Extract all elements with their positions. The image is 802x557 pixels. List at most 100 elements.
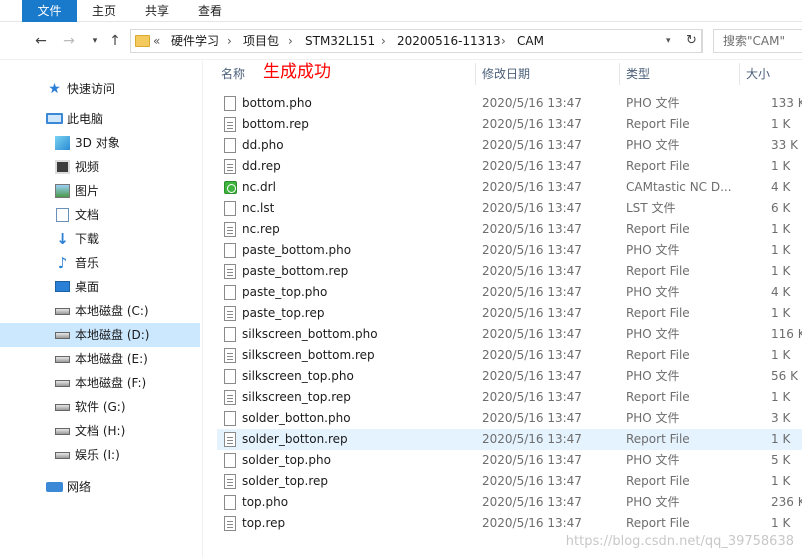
tab-file[interactable]: 文件 bbox=[22, 0, 77, 22]
file-type: PHO 文件 bbox=[626, 369, 680, 383]
sidebar-item-videos[interactable]: 视频 bbox=[0, 155, 200, 179]
sidebar-item-label: 桌面 bbox=[75, 280, 100, 294]
file-row[interactable]: bottom.rep 2020/5/16 13:47 Report File 1 K bbox=[217, 114, 802, 135]
column-divider[interactable] bbox=[475, 63, 476, 85]
file-row[interactable]: silkscreen_top.rep 2020/5/16 13:47 Report … bbox=[217, 387, 802, 408]
chevron-right-icon[interactable]: › bbox=[227, 30, 232, 52]
sidebar-item-drive-h[interactable]: 文档 (H:) bbox=[0, 419, 200, 443]
sidebar-item-network[interactable]: 网络 bbox=[0, 475, 200, 499]
chevron-right-icon[interactable]: › bbox=[501, 30, 506, 52]
tab-home[interactable]: 主页 bbox=[81, 0, 127, 22]
breadcrumb-item[interactable]: 20200516-11313 bbox=[397, 30, 501, 52]
sidebar-item-drive-e[interactable]: 本地磁盘 (E:) bbox=[0, 347, 200, 371]
file-date: 2020/5/16 13:47 bbox=[482, 159, 582, 173]
file-row[interactable]: nc.rep 2020/5/16 13:47 Report File 1 K bbox=[217, 219, 802, 240]
recent-locations-chevron-icon[interactable]: ▾ bbox=[86, 31, 104, 51]
tab-share[interactable]: 共享 bbox=[134, 0, 180, 22]
sidebar-item-3d-objects[interactable]: 3D 对象 bbox=[0, 131, 200, 155]
file-row[interactable]: paste_top.rep 2020/5/16 13:47 Report File 1… bbox=[217, 303, 802, 324]
up-arrow-icon[interactable]: ↑ bbox=[106, 31, 124, 51]
column-divider[interactable] bbox=[619, 63, 620, 85]
breadcrumb-item-current[interactable]: CAM bbox=[517, 30, 544, 52]
file-row[interactable]: paste_top.pho 2020/5/16 13:47 PHO 文件 4 K bbox=[217, 282, 802, 303]
back-arrow-icon[interactable]: ← bbox=[32, 31, 50, 51]
column-header-date[interactable]: 修改日期 bbox=[482, 61, 530, 87]
file-size: 1 K bbox=[771, 474, 791, 488]
file-size: 5 K bbox=[771, 453, 791, 467]
file-icon bbox=[224, 369, 236, 384]
file-name: paste_bottom.rep bbox=[242, 264, 349, 278]
file-row[interactable]: nc.lst 2020/5/16 13:47 LST 文件 6 K bbox=[217, 198, 802, 219]
sidebar-item-label: 软件 (G:) bbox=[75, 400, 126, 414]
drive-icon bbox=[55, 356, 70, 363]
file-row[interactable]: solder_top.rep 2020/5/16 13:47 Report File… bbox=[217, 471, 802, 492]
breadcrumb-item[interactable]: 项目包 bbox=[243, 30, 279, 52]
column-divider[interactable] bbox=[739, 63, 740, 85]
sidebar-item-drive-i[interactable]: 娱乐 (I:) bbox=[0, 443, 200, 467]
file-row[interactable]: solder_top.pho 2020/5/16 13:47 PHO 文件 5 K bbox=[217, 450, 802, 471]
sidebar-item-drive-f[interactable]: 本地磁盘 (F:) bbox=[0, 371, 200, 395]
file-type: Report File bbox=[626, 306, 690, 320]
address-dropdown-chevron-icon[interactable]: ▾ bbox=[666, 30, 671, 52]
file-name: solder_botton.pho bbox=[242, 411, 351, 425]
sidebar-item-downloads[interactable]: ↓ 下载 bbox=[0, 227, 200, 251]
file-row[interactable]: paste_bottom.pho 2020/5/16 13:47 PHO 文件 1 K bbox=[217, 240, 802, 261]
file-type: PHO 文件 bbox=[626, 327, 680, 341]
breadcrumb-item[interactable]: 硬件学习 bbox=[171, 30, 219, 52]
search-input[interactable]: 搜索"CAM" bbox=[713, 29, 802, 53]
chevron-right-icon[interactable]: › bbox=[381, 30, 386, 52]
file-row[interactable]: dd.rep 2020/5/16 13:47 Report File 1 K bbox=[217, 156, 802, 177]
address-bar[interactable]: « 硬件学习 › 项目包 › STM32L151 › 20200516-1131… bbox=[130, 29, 702, 53]
file-date: 2020/5/16 13:47 bbox=[482, 138, 582, 152]
file-date: 2020/5/16 13:47 bbox=[482, 474, 582, 488]
report-file-icon bbox=[224, 159, 236, 174]
file-size: 1 K bbox=[771, 264, 791, 278]
sidebar-item-music[interactable]: ♪ 音乐 bbox=[0, 251, 200, 275]
column-header-type[interactable]: 类型 bbox=[626, 61, 650, 87]
sidebar-item-drive-g[interactable]: 软件 (G:) bbox=[0, 395, 200, 419]
file-row[interactable]: silkscreen_bottom.pho 2020/5/16 13:47 PHO … bbox=[217, 324, 802, 345]
sidebar-item-this-pc[interactable]: 此电脑 bbox=[0, 107, 200, 131]
file-row[interactable]: silkscreen_top.pho 2020/5/16 13:47 PHO 文件 5… bbox=[217, 366, 802, 387]
file-icon bbox=[224, 138, 236, 153]
file-name: silkscreen_top.pho bbox=[242, 369, 354, 383]
file-size: 4 K bbox=[771, 180, 791, 194]
report-file-icon bbox=[224, 264, 236, 279]
file-icon bbox=[224, 96, 236, 111]
sidebar-item-quick-access[interactable]: ★ 快速访问 bbox=[0, 77, 200, 101]
sidebar-item-documents[interactable]: 文档 bbox=[0, 203, 200, 227]
file-row[interactable]: top.pho 2020/5/16 13:47 PHO 文件 236 K bbox=[217, 492, 802, 513]
file-type: PHO 文件 bbox=[626, 96, 680, 110]
file-row[interactable]: top.rep 2020/5/16 13:47 Report File 1 K bbox=[217, 513, 802, 534]
file-type: Report File bbox=[626, 222, 690, 236]
sidebar-item-pictures[interactable]: 图片 bbox=[0, 179, 200, 203]
file-type: PHO 文件 bbox=[626, 453, 680, 467]
file-size: 1 K bbox=[771, 306, 791, 320]
breadcrumb-overflow[interactable]: « bbox=[153, 30, 160, 52]
column-header-size[interactable]: 大小 bbox=[746, 61, 770, 87]
file-row[interactable]: silkscreen_bottom.rep 2020/5/16 13:47 Repo… bbox=[217, 345, 802, 366]
file-date: 2020/5/16 13:47 bbox=[482, 369, 582, 383]
sidebar-item-drive-d[interactable]: 本地磁盘 (D:) bbox=[0, 323, 200, 347]
file-row[interactable]: solder_botton.rep 2020/5/16 13:47 Report F… bbox=[217, 429, 802, 450]
address-row: ← → ▾ ↑ « 硬件学习 › 项目包 › STM32L151 › 20200… bbox=[0, 22, 802, 60]
sidebar-item-drive-c[interactable]: 本地磁盘 (C:) bbox=[0, 299, 200, 323]
file-row[interactable]: nc.drl 2020/5/16 13:47 CAMtastic NC D... 4 … bbox=[217, 177, 802, 198]
file-row[interactable]: paste_bottom.rep 2020/5/16 13:47 Report Fi… bbox=[217, 261, 802, 282]
column-header-name[interactable]: 名称 bbox=[221, 61, 245, 87]
file-row[interactable]: bottom.pho 2020/5/16 13:47 PHO 文件 133 K bbox=[217, 93, 802, 114]
drive-icon bbox=[55, 428, 70, 435]
tab-view[interactable]: 查看 bbox=[187, 0, 233, 22]
sidebar-item-label: 视频 bbox=[75, 160, 100, 174]
file-name: solder_botton.rep bbox=[242, 432, 348, 446]
chevron-right-icon[interactable]: › bbox=[288, 30, 293, 52]
sidebar-item-desktop[interactable]: 桌面 bbox=[0, 275, 200, 299]
forward-arrow-icon[interactable]: → bbox=[60, 31, 78, 51]
search-placeholder: 搜索"CAM" bbox=[723, 34, 785, 48]
breadcrumb-item[interactable]: STM32L151 bbox=[305, 30, 375, 52]
file-row[interactable]: solder_botton.pho 2020/5/16 13:47 PHO 文件 3 … bbox=[217, 408, 802, 429]
file-name: paste_top.pho bbox=[242, 285, 328, 299]
file-date: 2020/5/16 13:47 bbox=[482, 180, 582, 194]
file-row[interactable]: dd.pho 2020/5/16 13:47 PHO 文件 33 K bbox=[217, 135, 802, 156]
refresh-icon[interactable]: ↻ bbox=[681, 29, 703, 53]
